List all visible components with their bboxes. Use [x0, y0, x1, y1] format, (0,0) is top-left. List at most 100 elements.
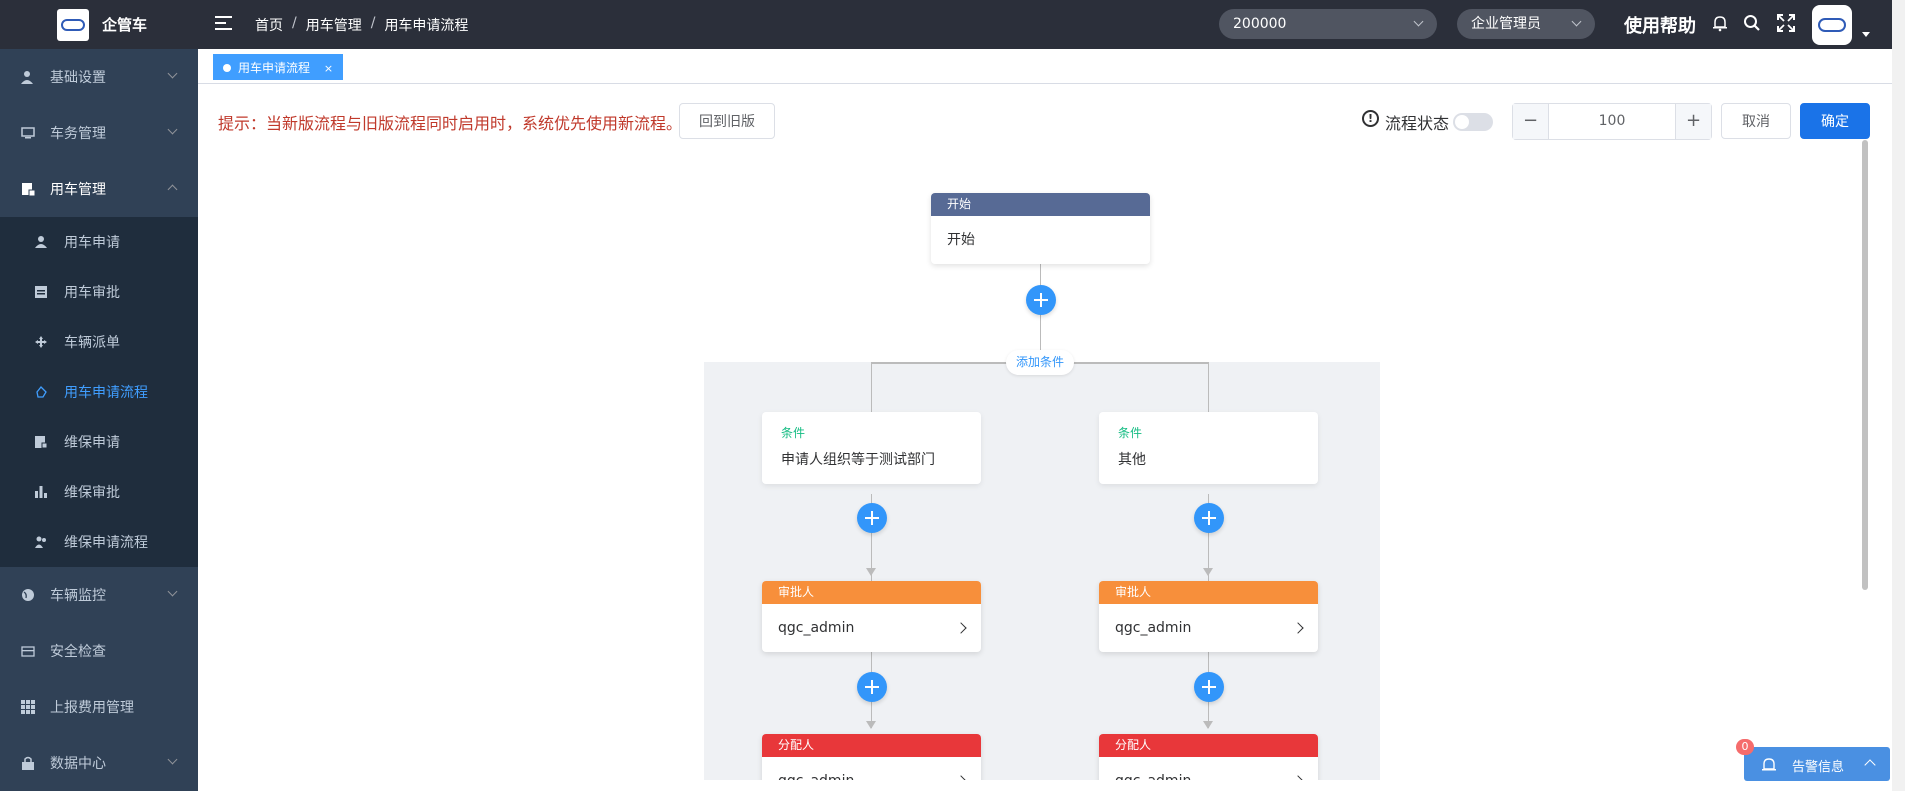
- add-node-button[interactable]: [1194, 672, 1224, 702]
- sidebar-item-expense-report[interactable]: 上报费用管理: [0, 679, 198, 735]
- zoom-in-button[interactable]: +: [1675, 104, 1711, 139]
- condition-node[interactable]: 条件 其他: [1099, 412, 1318, 484]
- approver-node-body: qgc_admin: [1099, 604, 1318, 652]
- start-node-header: 开始: [931, 193, 1150, 216]
- assigner-node-header: 分配人: [1099, 734, 1318, 757]
- card-icon: [20, 643, 36, 659]
- sidebar-item-label: 用车申请: [64, 235, 120, 251]
- approver-name: qgc_admin: [1115, 620, 1192, 636]
- sidebar-item-label: 上报费用管理: [50, 700, 134, 716]
- help-link[interactable]: 使用帮助: [1624, 12, 1696, 38]
- start-node-body: 开始: [947, 232, 975, 248]
- assigner-node-body: qgc_admin: [762, 757, 981, 780]
- assigner-name: qgc_admin: [1115, 773, 1191, 780]
- form-icon: [34, 285, 48, 299]
- chevron-down-icon: [167, 124, 178, 135]
- sidebar-item-vehicle-use[interactable]: 用车管理: [0, 161, 198, 217]
- scrollbar-track: [1892, 0, 1905, 791]
- lock-icon: [20, 755, 36, 771]
- condition-title: 条件: [1118, 426, 1143, 440]
- chevron-up-icon: [1864, 759, 1876, 771]
- sidebar-item-maintenance-approval[interactable]: 维保审批: [0, 467, 198, 517]
- sidebar: 企管车 基础设置 车务管理 用车管理 用车申请 用车审批 车辆派单 用车申请流程…: [0, 0, 198, 791]
- assigner-node[interactable]: 分配人 qgc_admin: [1099, 734, 1318, 780]
- flow-canvas: 开始 开始 添加条件 条件 申请人组织等于测试部门 条件 其他 审批人 qgc_…: [198, 150, 1868, 780]
- zoom-stepper: − 100 +: [1512, 103, 1712, 140]
- sidebar-item-data-center[interactable]: 数据中心: [0, 735, 198, 791]
- sidebar-item-vehicle-approval[interactable]: 用车审批: [0, 267, 198, 317]
- assigner-node-header: 分配人: [762, 734, 981, 757]
- approver-node-header: 审批人: [762, 581, 981, 604]
- sidebar-item-dispatch[interactable]: 车辆派单: [0, 317, 198, 367]
- chevron-down-icon: [167, 754, 178, 765]
- breadcrumb-current: 用车申请流程: [384, 18, 469, 34]
- user-icon: [34, 235, 48, 249]
- close-icon[interactable]: ×: [324, 62, 333, 75]
- chevron-up-icon: [167, 184, 178, 195]
- arrow-down-icon: [1203, 721, 1213, 729]
- document-icon: [20, 181, 36, 197]
- sidebar-item-maintenance-flow[interactable]: 维保申请流程: [0, 517, 198, 567]
- chevron-down-icon: [167, 68, 178, 79]
- breadcrumb-separator: /: [292, 15, 297, 31]
- sidebar-item-maintenance-apply[interactable]: 维保申请: [0, 417, 198, 467]
- flow-icon: [34, 385, 48, 399]
- sidebar-item-vehicle-monitoring[interactable]: 车辆监控: [0, 567, 198, 623]
- condition-node[interactable]: 条件 申请人组织等于测试部门: [762, 412, 981, 484]
- bell-icon[interactable]: [1711, 14, 1731, 34]
- move-icon: [34, 335, 48, 349]
- search-icon[interactable]: [1743, 14, 1763, 34]
- monitor-icon: [20, 125, 36, 141]
- chevron-right-icon: [955, 775, 967, 780]
- sidebar-item-vehicle-apply[interactable]: 用车申请: [0, 217, 198, 267]
- zoom-out-button[interactable]: −: [1513, 104, 1549, 139]
- sidebar-item-vehicle-affairs[interactable]: 车务管理: [0, 105, 198, 161]
- arrow-down-icon: [866, 721, 876, 729]
- caret-down-icon[interactable]: [1862, 32, 1870, 37]
- tab-label: 用车申请流程: [238, 61, 311, 75]
- chevron-right-icon: [1292, 622, 1304, 634]
- top-navbar: 首页 / 用车管理 / 用车申请流程 200000 企业管理员 使用帮助: [198, 0, 1905, 49]
- tags-view: 用车申请流程 ×: [198, 49, 1892, 84]
- chevron-right-icon: [1292, 775, 1304, 780]
- submenu-vehicle-use: 用车申请 用车审批 车辆派单 用车申请流程 维保申请 维保审批 维保申请流程: [0, 217, 198, 567]
- approver-node[interactable]: 审批人 qgc_admin: [762, 581, 981, 652]
- confirm-button[interactable]: 确定: [1800, 103, 1870, 139]
- breadcrumb-vehicle-use[interactable]: 用车管理: [306, 15, 362, 35]
- tab-vehicle-flow[interactable]: 用车申请流程 ×: [213, 54, 344, 80]
- add-node-button[interactable]: [857, 503, 887, 533]
- flow-status-switch[interactable]: [1453, 113, 1493, 131]
- sidebar-item-vehicle-flow[interactable]: 用车申请流程: [0, 367, 198, 417]
- info-icon: !: [1362, 110, 1379, 127]
- alert-panel-button[interactable]: 0 告警信息: [1736, 739, 1890, 781]
- add-node-button[interactable]: [1026, 285, 1056, 315]
- add-node-button[interactable]: [1194, 503, 1224, 533]
- org-select[interactable]: 200000: [1219, 9, 1437, 39]
- sidebar-item-label: 安全检查: [50, 644, 106, 660]
- flow-status-label: 流程状态: [1385, 114, 1450, 133]
- approver-node[interactable]: 审批人 qgc_admin: [1099, 581, 1318, 652]
- add-condition-button[interactable]: 添加条件: [1006, 350, 1074, 375]
- assigner-node[interactable]: 分配人 qgc_admin: [762, 734, 981, 780]
- scrollbar[interactable]: [1862, 140, 1868, 590]
- zoom-input[interactable]: 100: [1549, 104, 1675, 139]
- logo-icon: [57, 8, 89, 41]
- org-select-value: 200000: [1233, 16, 1287, 32]
- alert-count-badge: 0: [1736, 739, 1754, 755]
- sidebar-item-label: 用车审批: [64, 285, 120, 301]
- sidebar-item-label: 车务管理: [50, 126, 106, 142]
- start-node[interactable]: 开始 开始: [931, 193, 1150, 264]
- role-select[interactable]: 企业管理员: [1457, 9, 1595, 39]
- breadcrumb-home[interactable]: 首页: [255, 15, 283, 35]
- avatar[interactable]: [1812, 5, 1852, 45]
- add-node-button[interactable]: [857, 672, 887, 702]
- sidebar-item-safety-check[interactable]: 安全检查: [0, 623, 198, 679]
- sidebar-item-label: 基础设置: [50, 70, 106, 86]
- hamburger-icon[interactable]: [215, 16, 232, 30]
- sidebar-item-basic-settings[interactable]: 基础设置: [0, 49, 198, 105]
- cancel-button[interactable]: 取消: [1721, 103, 1791, 139]
- fullscreen-icon[interactable]: [1777, 14, 1797, 34]
- breadcrumb: 首页 / 用车管理 / 用车申请流程: [255, 15, 468, 35]
- chevron-down-icon: [1413, 16, 1424, 27]
- back-to-old-button[interactable]: 回到旧版: [679, 103, 775, 139]
